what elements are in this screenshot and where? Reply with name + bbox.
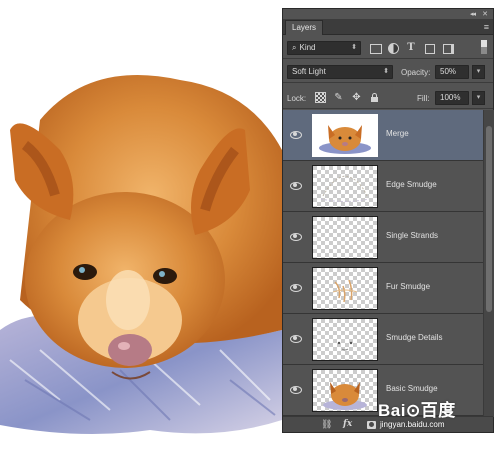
lock-image-pixels-icon[interactable]: ✎ (333, 92, 344, 103)
layer-list-scrollbar[interactable] (483, 110, 494, 417)
layer-filter-row: ⌕ Kind ⬍ T (283, 37, 493, 59)
fill-label: Fill: (417, 94, 430, 103)
blend-mode-value: Soft Light (292, 67, 326, 76)
visibility-eye-icon[interactable] (290, 180, 302, 192)
visibility-eye-icon[interactable] (290, 231, 302, 243)
lock-transparent-pixels-icon[interactable] (315, 92, 326, 103)
filter-kind-label: Kind (299, 43, 316, 52)
layer-thumbnail (312, 318, 378, 361)
pixel-layer-filter-icon[interactable] (369, 42, 382, 54)
layer-thumbnail (312, 267, 378, 310)
canvas-artwork (0, 0, 282, 450)
layer-row-smudge-details[interactable]: Smudge Details (283, 314, 483, 365)
layer-row-single-strands[interactable]: Single Strands (283, 212, 483, 263)
chevron-down-icon: ⬍ (383, 68, 389, 75)
lock-all-icon[interactable] (369, 92, 380, 103)
layer-name: Fur Smudge (386, 282, 431, 291)
visibility-eye-icon[interactable] (290, 129, 302, 141)
layer-thumbnail (312, 114, 378, 157)
dog-right-eye (153, 268, 177, 284)
dog-nose (108, 334, 152, 366)
layer-name: Smudge Details (386, 333, 443, 342)
filter-toggle-switch[interactable] (481, 40, 487, 54)
layer-row-edge-smudge[interactable]: Edge Smudge (283, 161, 483, 212)
shape-layer-filter-icon[interactable] (423, 42, 435, 54)
layer-row-fur-smudge[interactable]: Fur Smudge (283, 263, 483, 314)
layer-name: Edge Smudge (386, 180, 437, 189)
visibility-eye-icon[interactable] (290, 282, 302, 294)
opacity-input[interactable]: 50% (435, 65, 469, 79)
layer-name: Basic Smudge (386, 384, 438, 393)
link-layers-icon[interactable]: ⛓ (321, 418, 332, 431)
blend-mode-select[interactable]: Soft Light ⬍ (287, 65, 393, 79)
type-layer-filter-icon[interactable]: T (405, 42, 417, 54)
panel-tab-bar: Layers ≡ (283, 19, 493, 35)
opacity-label: Opacity: (401, 68, 431, 77)
layer-name: Single Strands (386, 231, 439, 240)
smart-object-filter-icon[interactable] (441, 42, 454, 54)
lock-position-icon[interactable] (351, 92, 362, 103)
tab-layers[interactable]: Layers (285, 20, 324, 35)
adjustment-layer-filter-icon[interactable] (387, 42, 399, 54)
panel-menu-icon[interactable]: ≡ (484, 20, 489, 34)
baidu-watermark: Bai⊙百度 jingyan.baidu.com (372, 394, 496, 438)
lock-row: Lock: ✎ Fill: 100% ▾ (283, 87, 493, 109)
visibility-eye-icon[interactable] (290, 333, 302, 345)
lock-label: Lock: (287, 94, 307, 103)
layer-thumbnail (312, 165, 378, 208)
watermark-site: jingyan.baidu.com (380, 420, 445, 429)
chevron-down-icon: ⬍ (351, 44, 357, 51)
blend-mode-row: Soft Light ⬍ Opacity: 50% ▾ (283, 61, 493, 83)
layer-list: Merge Edge Smudge Single Strands Fur Smu… (283, 110, 483, 417)
dog-left-eye (73, 264, 97, 280)
layer-row-merge[interactable]: Merge (283, 110, 483, 161)
fill-input[interactable]: 100% (435, 91, 469, 105)
collapse-panel-icon[interactable]: ◂◂ (470, 10, 476, 18)
layer-style-fx-icon[interactable]: fx (343, 418, 352, 431)
visibility-eye-icon[interactable] (290, 384, 302, 396)
close-panel-icon[interactable]: ✕ (482, 10, 488, 18)
filter-kind-select[interactable]: ⌕ Kind ⬍ (287, 41, 361, 55)
layer-thumbnail (312, 216, 378, 259)
opacity-slider-toggle-icon[interactable]: ▾ (472, 65, 485, 79)
layer-thumbnail (312, 369, 378, 412)
fill-slider-toggle-icon[interactable]: ▾ (472, 91, 485, 105)
search-icon: ⌕ (292, 43, 297, 52)
watermark-brand: Bai⊙百度 (378, 401, 456, 420)
scrollbar-thumb[interactable] (486, 126, 492, 312)
layers-panel: ◂◂ ✕ Layers ≡ ⌕ Kind ⬍ T Soft Light ⬍ Opa… (282, 8, 494, 433)
layer-name: Merge (386, 129, 409, 138)
